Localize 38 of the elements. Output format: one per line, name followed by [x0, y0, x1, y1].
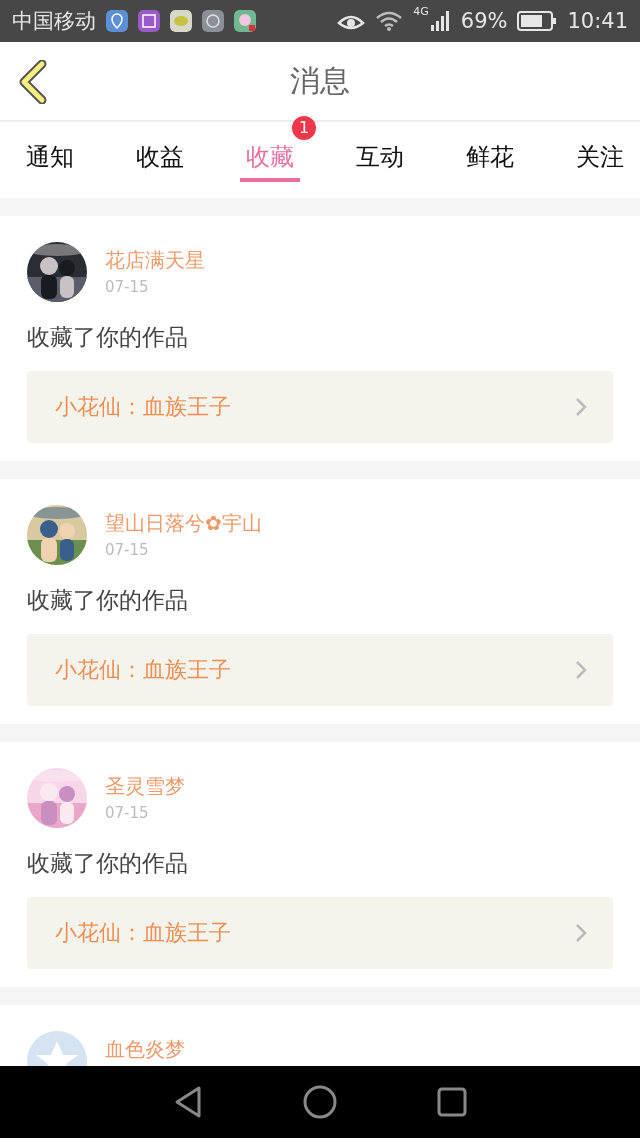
message-text: 收藏了你的作品 — [27, 586, 189, 615]
tab[interactable]: 通知 — [20, 126, 80, 182]
page-title: 消息 — [290, 61, 350, 100]
message-date: 07-15 — [105, 804, 150, 822]
message-text: 收藏了你的作品 — [27, 849, 189, 878]
message-date: 07-15 — [105, 278, 150, 296]
chevron-right-icon — [575, 660, 587, 680]
tab[interactable]: 鲜花 — [460, 126, 520, 182]
battery-icon — [517, 10, 558, 32]
signal-icon — [430, 9, 451, 33]
clock-time: 10:41 — [567, 9, 628, 33]
work-link[interactable]: 小花仙：血族王子 — [27, 371, 613, 443]
chevron-right-icon — [575, 923, 587, 943]
back-nav-icon[interactable] — [173, 1085, 203, 1119]
gallery-app-icon — [138, 10, 160, 32]
message-text: 收藏了你的作品 — [27, 323, 189, 352]
user-name[interactable]: 花店满天星 — [105, 247, 205, 274]
tab[interactable]: 互动 — [350, 126, 410, 182]
tab[interactable]: 收益 — [130, 126, 190, 182]
work-link[interactable]: 小花仙：血族王子 — [27, 897, 613, 969]
home-nav-icon[interactable] — [303, 1085, 337, 1119]
tab[interactable]: 关注 — [570, 126, 630, 182]
network-label: 4G — [413, 5, 429, 18]
chat-app-icon — [170, 10, 192, 32]
chevron-right-icon — [575, 397, 587, 417]
recents-nav-icon[interactable] — [437, 1087, 467, 1117]
count-badge: 1 — [292, 116, 316, 140]
user-name[interactable]: 圣灵雪梦 — [105, 773, 185, 800]
work-link[interactable]: 小花仙：血族王子 — [27, 634, 613, 706]
wifi-icon — [375, 10, 404, 32]
user-name[interactable]: 血色炎梦 — [105, 1036, 185, 1063]
location-app-icon — [106, 10, 128, 32]
message-date: 07-15 — [105, 541, 150, 559]
user-name[interactable]: 望山日落兮✿宇山 — [105, 510, 262, 537]
camera-app-icon — [202, 10, 224, 32]
battery-percent: 69% — [460, 9, 508, 33]
carrier-name: 中国移动 — [12, 8, 96, 35]
game-app-icon — [234, 10, 256, 32]
